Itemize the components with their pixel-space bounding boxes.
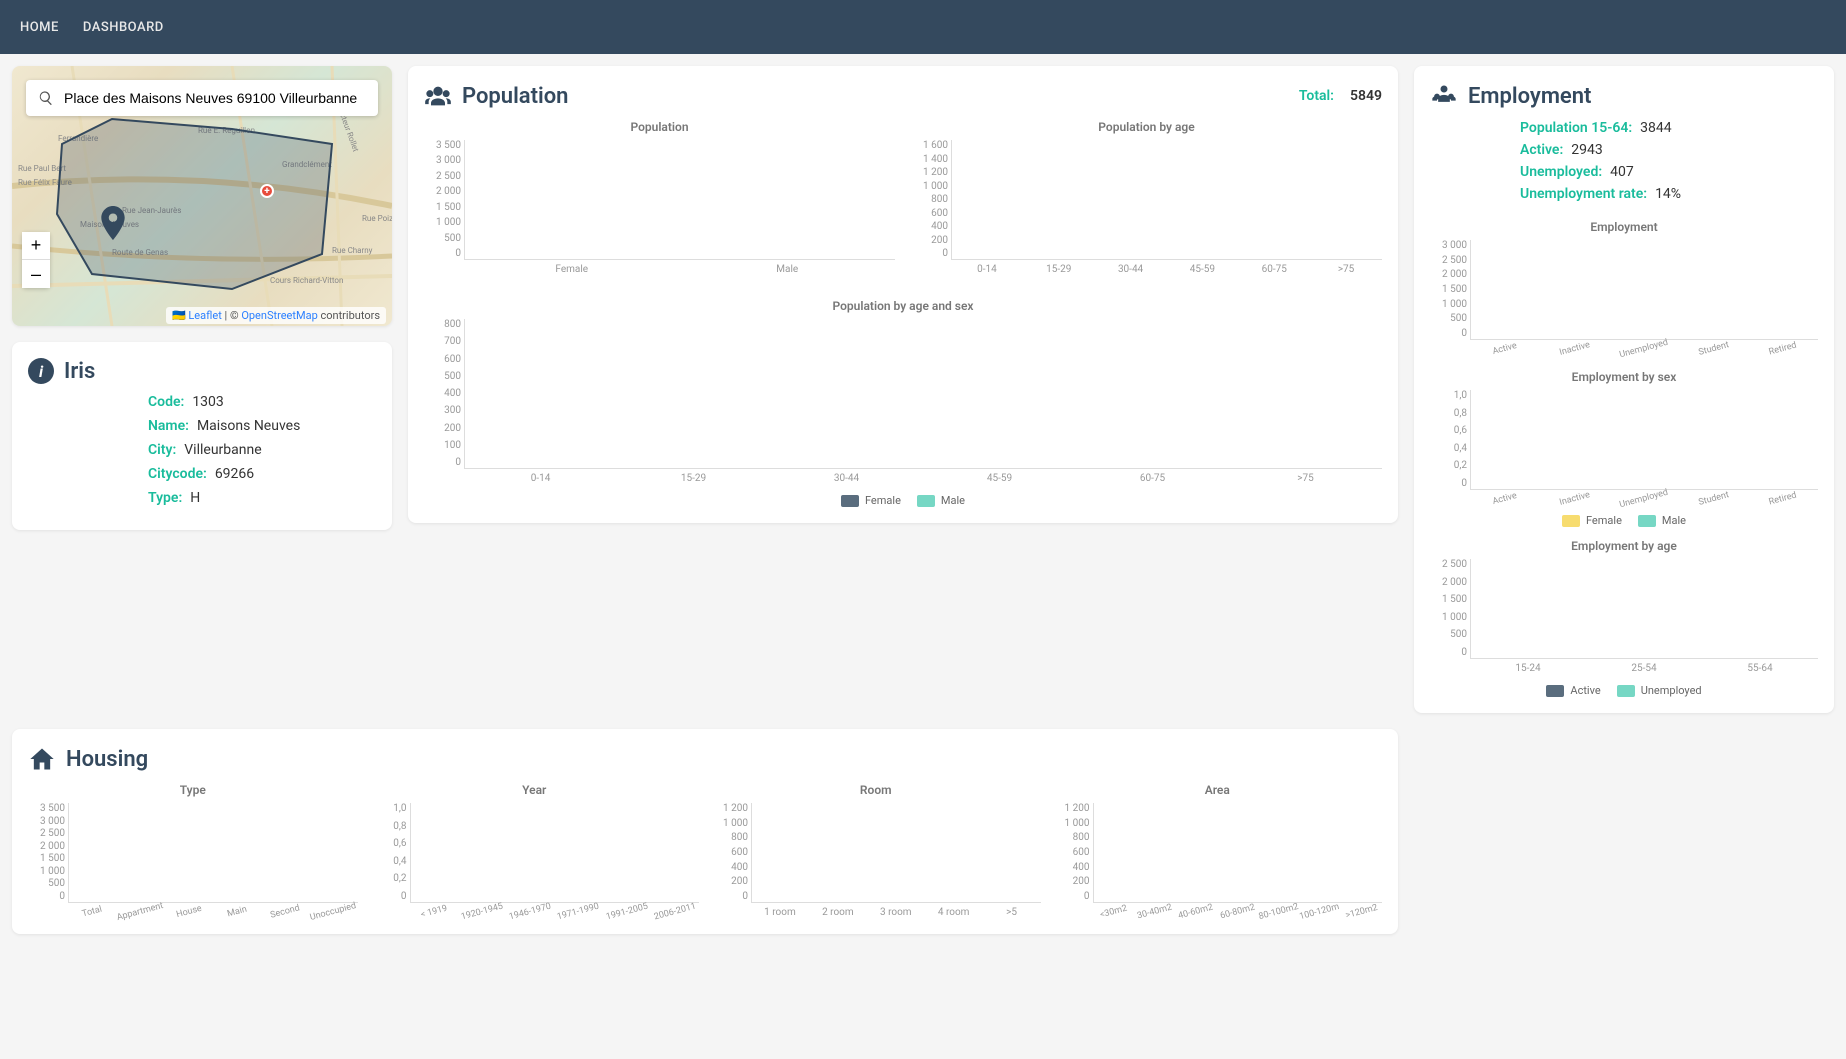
population-total-value: 5849	[1350, 88, 1382, 104]
leaflet-link[interactable]: Leaflet	[188, 309, 221, 322]
iris-name-val: Maisons Neuves	[197, 418, 300, 434]
chart-plot: 02004006008001 0001 200	[1093, 803, 1383, 903]
osm-link[interactable]: OpenStreetMap	[241, 309, 317, 322]
population-total-label: Total:	[1299, 88, 1334, 104]
emp-unemp-key: Unemployed:	[1520, 164, 1602, 180]
chart-plot: 05001 0001 5002 0002 5003 000	[1470, 240, 1818, 340]
chart-x-labels: 0-1415-2930-4445-5960-75>75	[464, 473, 1382, 484]
search-icon	[38, 90, 54, 106]
population-card: Population Total: 5849 Population 05001 0…	[408, 66, 1398, 523]
map[interactable]: Ferrandière Grandclément Rue Jean-Jaurès…	[12, 66, 392, 326]
chart-plot: 02004006008001 0001 200	[751, 803, 1041, 903]
chart-x-labels: ActiveInactiveUnemployedStudentRetired	[1470, 494, 1818, 504]
iris-code-val: 1303	[192, 394, 223, 410]
chart-x-labels: < 19191920-19451946-19701971-19901991-20…	[410, 907, 700, 917]
chart-title: Employment by sex	[1572, 370, 1677, 384]
chart-plot: 05001 0001 5002 0002 500	[1470, 559, 1818, 659]
chart-population-age: Population by age 02004006008001 0001 200…	[911, 120, 1382, 275]
chart-title: Year	[522, 783, 546, 797]
iris-name-key: Name:	[148, 418, 189, 434]
iris-citycode-val: 69266	[215, 466, 254, 482]
legend-emp-active: Active	[1546, 684, 1600, 697]
iris-type-key: Type:	[148, 490, 182, 506]
chart-title: Population by age and sex	[833, 299, 974, 313]
chart-plot: 05001 0001 5002 0002 5003 0003 500	[68, 803, 358, 903]
employment-icon	[1430, 82, 1458, 110]
legend-emp-female: Female	[1562, 514, 1622, 527]
chart-title: Room	[860, 783, 892, 797]
chart-plot: 0100200300400500600700800	[464, 319, 1382, 469]
map-search-input[interactable]	[64, 90, 366, 106]
emp-rate-key: Unemployment rate:	[1520, 186, 1647, 202]
chart-plot: 00,20,40,60,81,0	[410, 803, 700, 903]
emp-active-val: 2943	[1571, 142, 1602, 158]
iris-card: i Iris Code: 1303 Name: Maisons Neuves Cit…	[12, 342, 392, 530]
map-attribution: 🇺🇦 Leaflet | © OpenStreetMap contributor…	[166, 307, 386, 324]
chart-housing-type: Type 05001 0001 5002 0002 5003 0003 500 To…	[28, 783, 358, 918]
map-zoom-in-button[interactable]: +	[22, 232, 50, 260]
housing-icon	[28, 745, 56, 773]
chart-plot: 00,20,40,60,81,0	[1470, 390, 1818, 490]
chart-plot: 02004006008001 0001 2001 4001 600	[951, 140, 1382, 260]
map-search	[26, 80, 378, 116]
chart-x-labels: 0-1415-2930-4445-5960-75>75	[951, 264, 1382, 275]
map-iris-polygon	[52, 114, 342, 294]
emp-pop-val: 3844	[1640, 120, 1671, 136]
legend-male: Male	[917, 494, 965, 507]
legend-emp-male: Male	[1638, 514, 1686, 527]
chart-title: Population by age	[1098, 120, 1194, 134]
iris-type-val: H	[190, 490, 200, 506]
chart-x-labels: ActiveInactiveUnemployedStudentRetired	[1470, 344, 1818, 354]
employment-card: Employment Population 15-64: 3844 Active:…	[1414, 66, 1834, 713]
chart-housing-room: Room 02004006008001 0001 200 1 room2 room3…	[711, 783, 1041, 918]
chart-employment-age: Employment by age 05001 0001 5002 0002 50…	[1430, 539, 1818, 674]
chart-population-sex: Population 05001 0001 5002 0002 5003 0003…	[424, 120, 895, 275]
chart-x-labels: <30m230-40m240-60m260-80m280-100m2100-12…	[1093, 907, 1383, 917]
chart-employment-sex: Employment by sex 00,20,40,60,81,0 ActiveI…	[1430, 370, 1818, 504]
chart-title: Employment	[1590, 220, 1657, 234]
employment-title: Employment	[1468, 84, 1591, 109]
emp-active-key: Active:	[1520, 142, 1563, 158]
chart-employment: Employment 05001 0001 5002 0002 5003 000 A…	[1430, 220, 1818, 354]
chart-population-age-sex: Population by age and sex 010020030040050…	[424, 299, 1382, 484]
chart-x-labels: 1 room2 room3 room4 room>5	[751, 907, 1041, 918]
chart-plot: 05001 0001 5002 0002 5003 0003 500	[464, 140, 895, 260]
housing-title: Housing	[66, 747, 148, 772]
population-icon	[424, 82, 452, 110]
emp-rate-val: 14%	[1655, 186, 1681, 202]
chart-x-labels: 15-2425-5455-64	[1470, 663, 1818, 674]
map-zoom-control: + –	[22, 232, 50, 288]
chart-housing-year: Year 00,20,40,60,81,0 < 19191920-19451946-…	[370, 783, 700, 918]
nav-dashboard[interactable]: DASHBOARD	[83, 20, 164, 35]
chart-title: Type	[180, 783, 206, 797]
chart-title: Population	[630, 120, 688, 134]
iris-code-key: Code:	[148, 394, 184, 410]
iris-city-key: City:	[148, 442, 176, 458]
legend-emp-unemployed: Unemployed	[1617, 684, 1702, 697]
chart-x-labels: FemaleMale	[464, 264, 895, 275]
emp-unemp-val: 407	[1610, 164, 1634, 180]
map-poi-marker: +	[260, 184, 274, 198]
population-title: Population	[462, 84, 568, 109]
iris-title: Iris	[64, 359, 95, 384]
map-location-pin-icon	[100, 206, 126, 240]
navbar: HOME DASHBOARD	[0, 0, 1846, 54]
legend-female: Female	[841, 494, 901, 507]
iris-city-val: Villeurbanne	[184, 442, 261, 458]
chart-housing-area: Area 02004006008001 0001 200 <30m230-40m24…	[1053, 783, 1383, 918]
chart-title: Employment by age	[1571, 539, 1677, 553]
chart-x-labels: TotalAppartmentHouseMainSecondUnoccupied	[68, 907, 358, 917]
map-label-poizat: Rue Poizat	[362, 214, 392, 223]
info-icon: i	[28, 358, 54, 384]
chart-title: Area	[1205, 783, 1230, 797]
iris-citycode-key: Citycode:	[148, 466, 207, 482]
nav-home[interactable]: HOME	[20, 20, 59, 35]
housing-card: Housing Type 05001 0001 5002 0002 5003 00…	[12, 729, 1398, 934]
map-zoom-out-button[interactable]: –	[22, 260, 50, 288]
emp-pop-key: Population 15-64:	[1520, 120, 1632, 136]
